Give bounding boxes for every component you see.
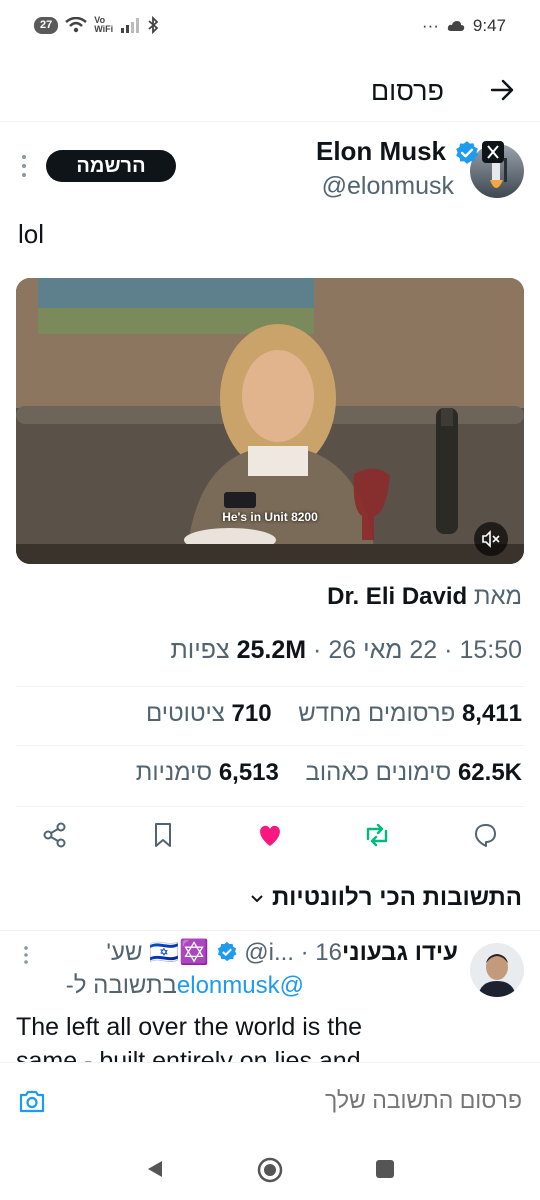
- replying-to-handle[interactable]: @elonmusk: [177, 972, 304, 999]
- video-caption: He's in Unit 8200: [222, 510, 318, 524]
- verified-badge-icon: [217, 941, 237, 962]
- post-meta: 15:50 · 22 מאי 26 · 25.2M צפיות: [170, 636, 522, 664]
- post-text: lol: [18, 219, 45, 249]
- reply-text: The left all over the world is the same …: [16, 1013, 362, 1062]
- post-video[interactable]: He's in Unit 8200: [16, 278, 524, 564]
- top-bar: פרסום: [0, 64, 540, 122]
- cell-signal-icon: [121, 18, 140, 33]
- likes-stat[interactable]: 62.5K סימונים כאהוב: [306, 759, 522, 786]
- share-icon[interactable]: [40, 820, 70, 850]
- reply-composer: [0, 1062, 540, 1138]
- mute-button[interactable]: [474, 522, 508, 556]
- more-options-icon[interactable]: [20, 152, 28, 180]
- reply-input[interactable]: [82, 1087, 522, 1114]
- reply-author-name[interactable]: עידו גבעוני: [342, 939, 458, 966]
- chevron-down-icon: [251, 894, 263, 903]
- divider: [16, 745, 524, 746]
- quotes-stat[interactable]: 710 ציטוטים: [146, 700, 272, 727]
- post-time: 15:50: [459, 636, 522, 664]
- divider: [0, 930, 540, 931]
- camera-icon[interactable]: [18, 1088, 46, 1114]
- replying-to: @elonmuskבתשובה ל-: [65, 972, 304, 999]
- views-count: 25.2M: [236, 636, 307, 664]
- wifi-signal-icon: [65, 17, 88, 33]
- more-status-dots: ···: [421, 16, 439, 35]
- post-date: 22 מאי 26: [328, 636, 438, 664]
- author-name[interactable]: Elon Musk: [316, 136, 446, 167]
- reply-header: עידו גבעוני🇮🇱✡️ @i... · 16 שע': [106, 939, 458, 966]
- nav-back-icon[interactable]: [144, 1158, 166, 1180]
- author-handle[interactable]: @elonmusk: [322, 172, 454, 201]
- bookmarks-stat[interactable]: 6,513 סימניות: [136, 759, 279, 786]
- reply-handle[interactable]: @i...: [244, 939, 294, 966]
- video-source[interactable]: מאת Dr. Eli David: [327, 583, 522, 611]
- reply-avatar[interactable]: [470, 943, 524, 997]
- cloud-icon: [447, 21, 465, 31]
- bluetooth-icon: [148, 16, 159, 34]
- status-bar: 27 Vo WiFi ··· 9:47: [0, 0, 540, 56]
- back-arrow-icon[interactable]: [486, 74, 518, 106]
- status-right: ··· 9:47: [422, 16, 506, 36]
- verified-badge-icon[interactable]: [454, 140, 480, 166]
- nav-recents-icon[interactable]: [374, 1158, 396, 1180]
- nav-home-icon[interactable]: [256, 1156, 284, 1184]
- divider: [16, 806, 524, 807]
- system-nav-bar: [0, 1138, 540, 1200]
- subscribe-button[interactable]: הרשמה: [46, 150, 176, 182]
- likes-bookmarks-row: 62.5K סימונים כאהוב 6,513 סימניות: [136, 759, 522, 787]
- flag-emojis: 🇮🇱✡️: [149, 939, 209, 966]
- status-left: 27 Vo WiFi: [34, 16, 159, 34]
- reposts-stat[interactable]: 8,411 פרסומים מחדש: [298, 700, 522, 727]
- action-bar: [0, 814, 540, 858]
- divider: [16, 686, 524, 687]
- views-label: צפיות: [170, 636, 230, 664]
- clock: 9:47: [472, 16, 506, 35]
- replies-sort-dropdown[interactable]: התשובות הכי רלוונטיות: [249, 884, 522, 912]
- like-icon[interactable]: [255, 820, 285, 850]
- vowifi-label: Vo WiFi: [94, 15, 114, 34]
- bookmark-icon[interactable]: [148, 820, 178, 850]
- repost-icon[interactable]: [362, 820, 392, 850]
- reply-more-options-icon[interactable]: [22, 944, 30, 966]
- speaker-muted-icon: [482, 530, 500, 548]
- notification-badge: 27: [34, 16, 59, 34]
- reposts-quotes-row: 8,411 פרסומים מחדש 710 ציטוטים: [146, 700, 522, 728]
- x-affiliation-icon[interactable]: [482, 141, 504, 163]
- reply-icon[interactable]: [470, 820, 500, 850]
- page-title: פרסום: [370, 76, 444, 106]
